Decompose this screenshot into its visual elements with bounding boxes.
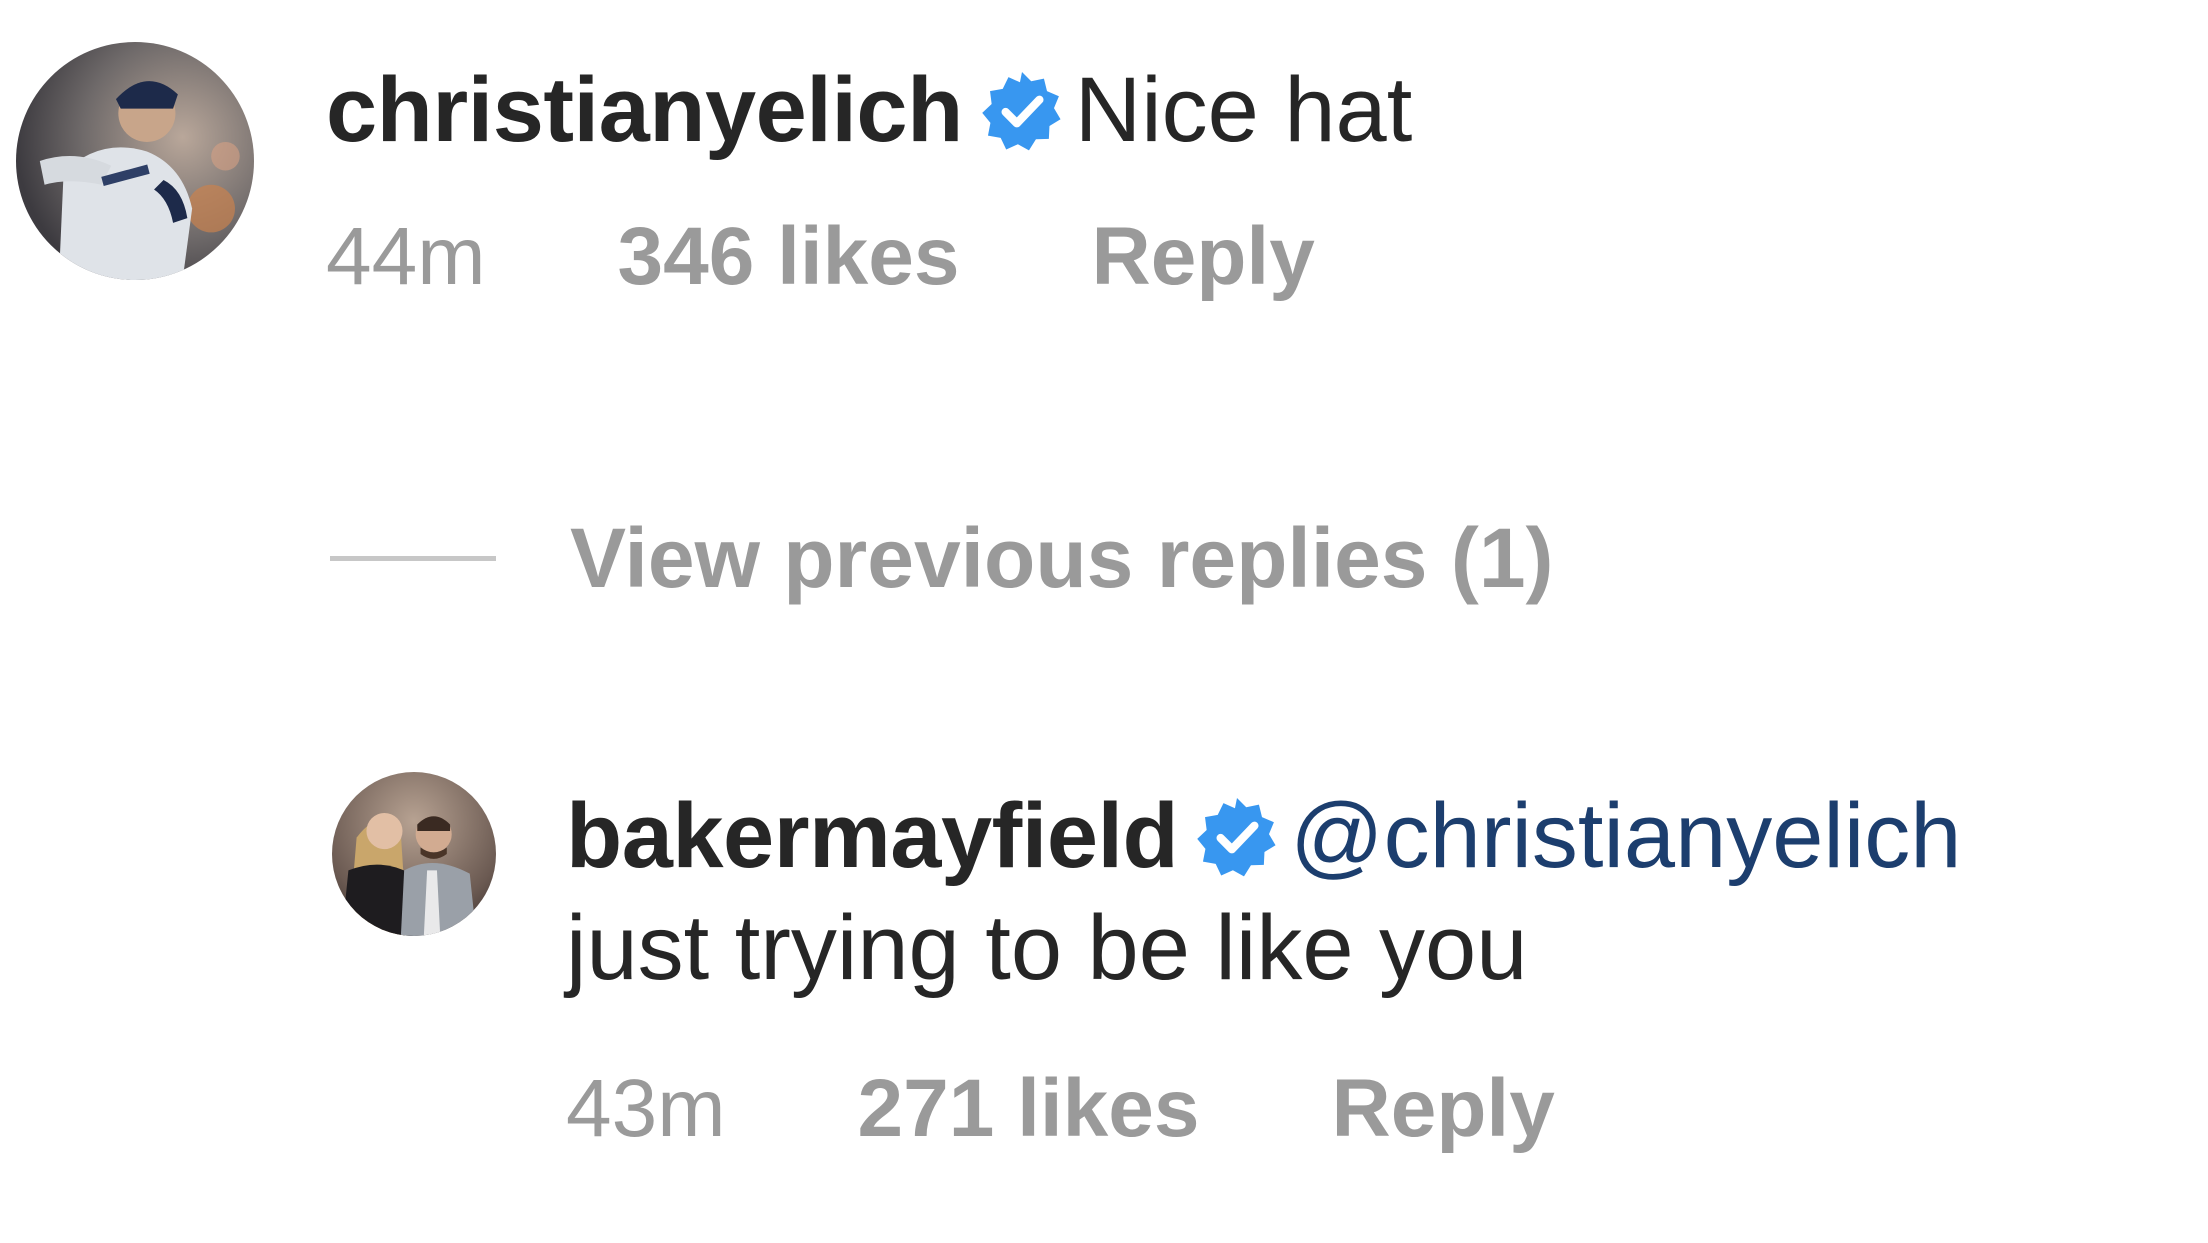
comment-header: christianyelich Nice hat (326, 54, 2126, 166)
avatar-photo (332, 772, 496, 936)
view-previous-replies-button[interactable]: View previous replies (1) (330, 510, 1554, 607)
avatar[interactable] (332, 772, 496, 936)
likes-count[interactable]: 346 likes (618, 210, 960, 304)
replies-divider (330, 556, 496, 561)
comment-meta: 43m 271 likes Reply (566, 1062, 2208, 1156)
username[interactable]: christianyelich (326, 59, 963, 161)
avatar[interactable] (16, 42, 254, 280)
reply-button[interactable]: Reply (1332, 1062, 1555, 1156)
timestamp: 44m (326, 211, 486, 302)
comment-meta: 44m 346 likes Reply (326, 210, 2126, 304)
avatar-photo (16, 42, 254, 280)
comment-text: Nice hat (1074, 59, 1413, 161)
comment-text: just trying to be like you (566, 897, 1528, 999)
reply-button[interactable]: Reply (1092, 210, 1315, 304)
likes-count[interactable]: 271 likes (858, 1062, 1200, 1156)
comment: christianyelich Nice hat 44m 346 likes R… (16, 42, 1412, 302)
comment-body: christianyelich Nice hat 44m 346 likes R… (326, 54, 2126, 304)
comment-header: bakermayfield @christianyelich (566, 780, 2208, 892)
comment-body: bakermayfield @christianyelich just tryi… (566, 780, 2208, 1156)
reply-comment: bakermayfield @christianyelich just tryi… (332, 772, 1961, 1154)
verified-badge-icon (1196, 796, 1278, 878)
timestamp: 43m (566, 1063, 726, 1154)
verified-badge-icon (981, 70, 1063, 152)
mention-link[interactable]: @christianyelich (1290, 785, 1961, 887)
username[interactable]: bakermayfield (566, 785, 1179, 887)
view-previous-replies-label: View previous replies (1) (570, 511, 1554, 605)
